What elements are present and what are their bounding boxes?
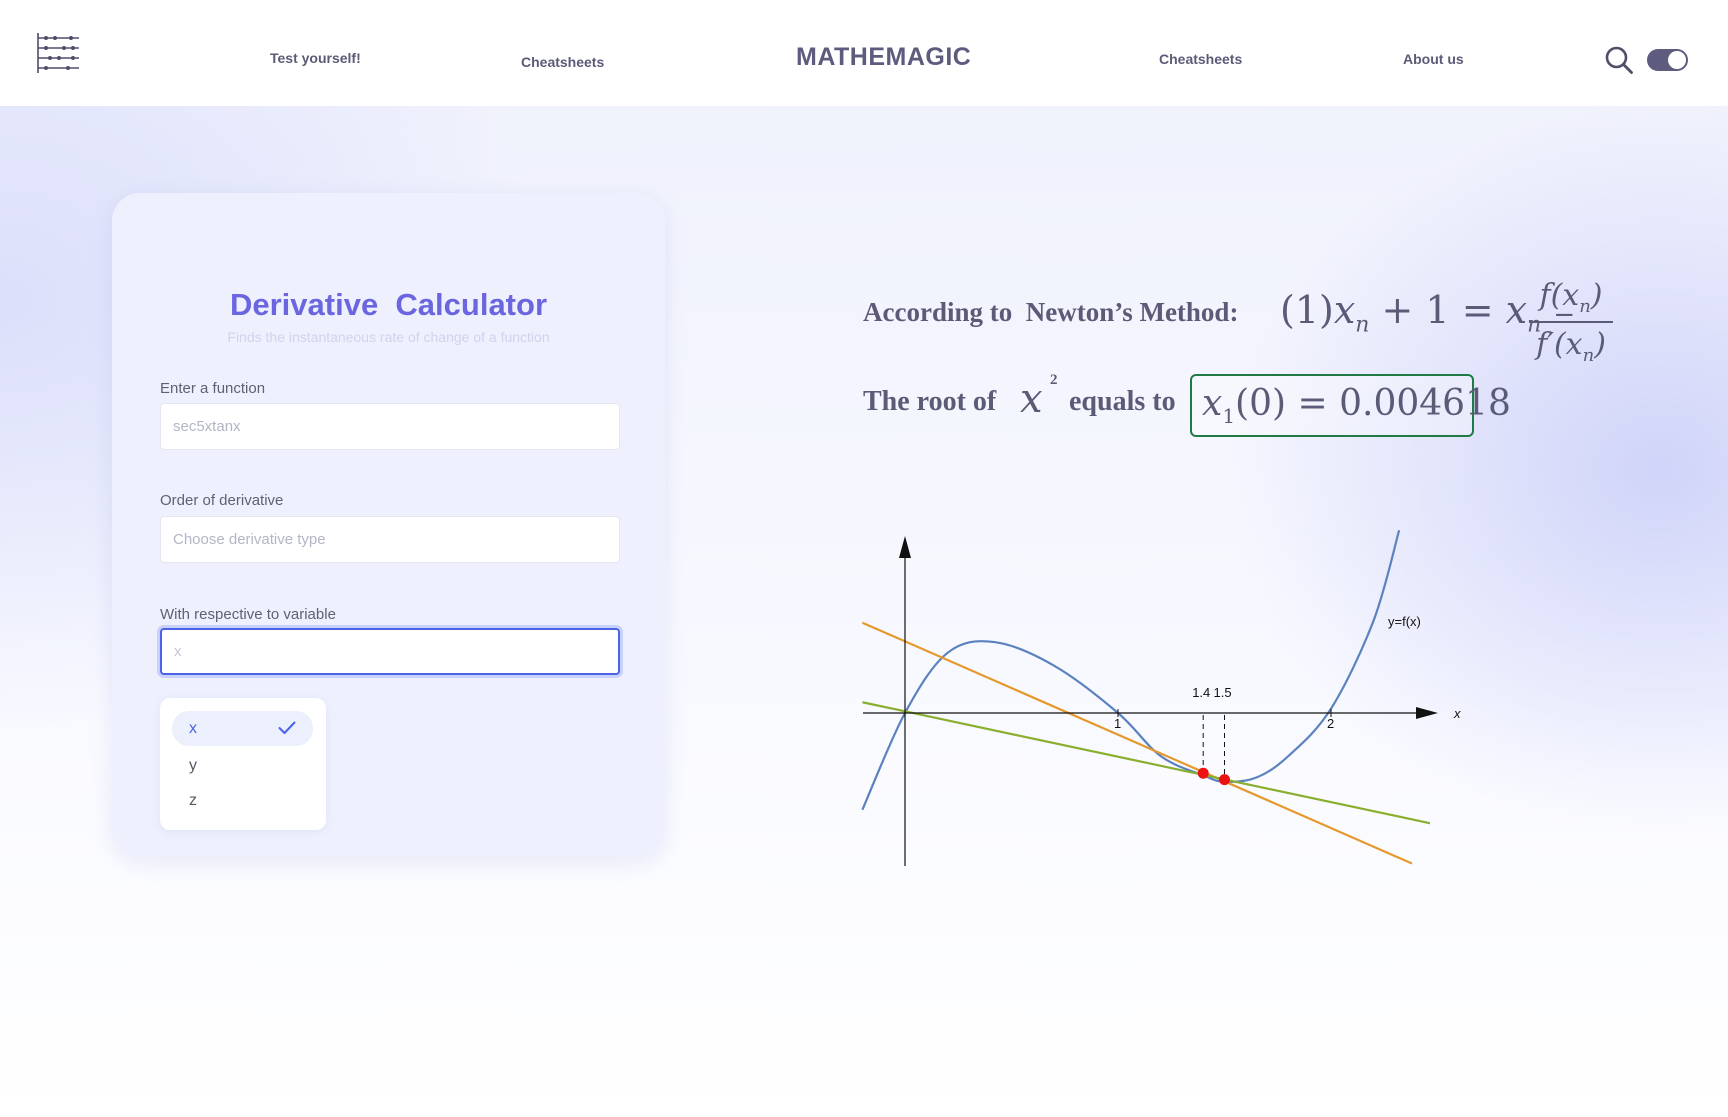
formula-denominator: f′(xn)	[1536, 327, 1606, 366]
theme-toggle[interactable]	[1647, 49, 1688, 71]
formula-index: (1)	[1280, 288, 1334, 332]
top-nav-bar: Test yourself! Cheatsheets MATHEMAGIC Ch…	[0, 0, 1728, 106]
denominator-text: f′(x	[1536, 327, 1583, 362]
option-label: x	[189, 720, 197, 737]
x-axis-arrow	[1416, 707, 1438, 719]
calculator-title: Derivative Calculator	[229, 287, 548, 322]
x-axis-label: x	[1453, 706, 1461, 721]
fraction-bar	[1529, 321, 1613, 323]
root-label: The root of	[863, 386, 997, 417]
curve-label: y=f(x)	[1388, 614, 1421, 629]
check-icon	[278, 721, 296, 734]
result-box: x1(0) = 0.004618	[1190, 374, 1511, 437]
newton-formula-fraction: f(xn) f′(xn)	[1528, 278, 1614, 366]
x-tick-label-0: 1	[1114, 716, 1121, 731]
result-value: 0.004618	[1339, 383, 1511, 424]
order-label: Order of derivative	[160, 492, 284, 509]
newton-method-chart: x 1 2 1.4 1.5 y=f(x)	[861, 529, 1461, 866]
abacus-icon[interactable]	[37, 33, 80, 73]
formula-numerator: f(xn)	[1539, 278, 1603, 317]
annotation-label-0: 1.4	[1192, 685, 1210, 700]
data-point-1	[1219, 774, 1230, 786]
option-label: y	[189, 757, 197, 774]
nav-test-yourself[interactable]: Test yourself!	[270, 50, 361, 66]
variable-option-z[interactable]: z	[172, 783, 313, 818]
brand-title[interactable]: MATHEMAGIC	[796, 43, 971, 72]
root-variable: x	[1020, 376, 1043, 422]
variable-dropdown: x y z	[160, 698, 326, 830]
root-exponent: 2	[1050, 372, 1058, 388]
numerator-text: f(x	[1539, 278, 1580, 313]
calculator-subtitle: Finds the instantaneous rate of change o…	[227, 329, 550, 345]
search-icon[interactable]	[1604, 45, 1634, 75]
variable-label: With respective to variable	[160, 606, 336, 623]
annotation-label-1: 1.5	[1214, 685, 1232, 700]
variable-select[interactable]	[160, 628, 620, 675]
function-input[interactable]	[160, 403, 620, 450]
x-tick-label-1: 2	[1327, 716, 1334, 731]
series-line-0	[861, 529, 1401, 811]
newton-method-label: According to Newton’s Method:	[863, 297, 1239, 327]
variable-option-x[interactable]: x	[172, 711, 313, 746]
y-axis-arrow	[899, 536, 911, 558]
derivative-calculator-card: Derivative Calculator Finds the instanta…	[112, 193, 665, 857]
nav-cheatsheets-2[interactable]: Cheatsheets	[1159, 51, 1242, 67]
data-point-0	[1197, 767, 1209, 779]
option-label: z	[189, 792, 197, 809]
toggle-knob	[1668, 51, 1686, 69]
function-label: Enter a function	[160, 380, 266, 397]
order-select[interactable]	[160, 516, 620, 563]
root-equals-label: equals to	[1069, 386, 1176, 417]
variable-option-y[interactable]: y	[172, 748, 313, 783]
series-line-2	[862, 701, 1430, 825]
nav-about-us[interactable]: About us	[1403, 51, 1464, 67]
series-line-1	[861, 621, 1413, 865]
nav-cheatsheets[interactable]: Cheatsheets	[521, 54, 604, 70]
